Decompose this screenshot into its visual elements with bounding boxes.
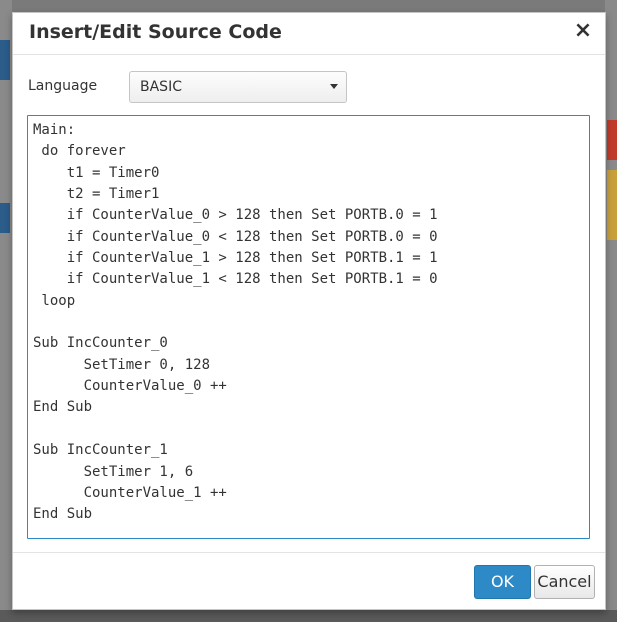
- code-line: if CounterValue_1 > 128 then Set PORTB.1…: [33, 250, 438, 267]
- background-bottom-edge: [0, 610, 617, 622]
- cancel-button[interactable]: Cancel: [534, 565, 595, 599]
- background-red-block: [607, 120, 617, 160]
- code-line: SetTimer 0, 128: [33, 356, 211, 373]
- code-line: CounterValue_0 ++: [33, 378, 227, 395]
- dialog-header: Insert/Edit Source Code ×: [13, 13, 605, 55]
- background-left-edge: [0, 0, 12, 622]
- code-line: End Sub: [33, 506, 93, 523]
- code-line: Sub IncCounter_1: [33, 442, 168, 459]
- code-line: do forever: [33, 143, 126, 160]
- code-line: End Sub: [33, 399, 93, 416]
- code-line: t1 = Timer0: [33, 164, 160, 181]
- close-icon[interactable]: ×: [573, 19, 593, 43]
- code-line: if CounterValue_0 > 128 then Set PORTB.0…: [33, 207, 438, 224]
- code-line: if CounterValue_0 < 128 then Set PORTB.0…: [33, 228, 438, 245]
- code-line: loop: [33, 292, 76, 309]
- code-line: if CounterValue_1 < 128 then Set PORTB.1…: [33, 271, 438, 288]
- language-selected-value: BASIC: [140, 79, 182, 95]
- language-select[interactable]: BASIC: [129, 71, 347, 103]
- code-line: SetTimer 1, 6: [33, 463, 194, 480]
- ok-button[interactable]: OK: [474, 565, 531, 599]
- chevron-down-icon: [330, 84, 338, 89]
- background-blue-block: [0, 203, 10, 233]
- dialog-title: Insert/Edit Source Code: [29, 21, 282, 43]
- code-line: CounterValue_1 ++: [33, 484, 227, 501]
- source-code-dialog: Insert/Edit Source Code × Language BASIC…: [12, 12, 606, 610]
- code-line: t2 = Timer1: [33, 186, 160, 203]
- dialog-footer: OK Cancel: [13, 552, 605, 609]
- code-line: Main:: [33, 122, 76, 138]
- source-code-textarea[interactable]: Main: do forever t1 = Timer0 t2 = Timer1…: [27, 115, 590, 539]
- background-blue-block: [0, 40, 10, 80]
- background-yellow-block: [607, 170, 617, 240]
- background-right-edge: [605, 0, 617, 622]
- language-label: Language: [28, 78, 98, 94]
- code-line: Sub IncCounter_0: [33, 335, 168, 352]
